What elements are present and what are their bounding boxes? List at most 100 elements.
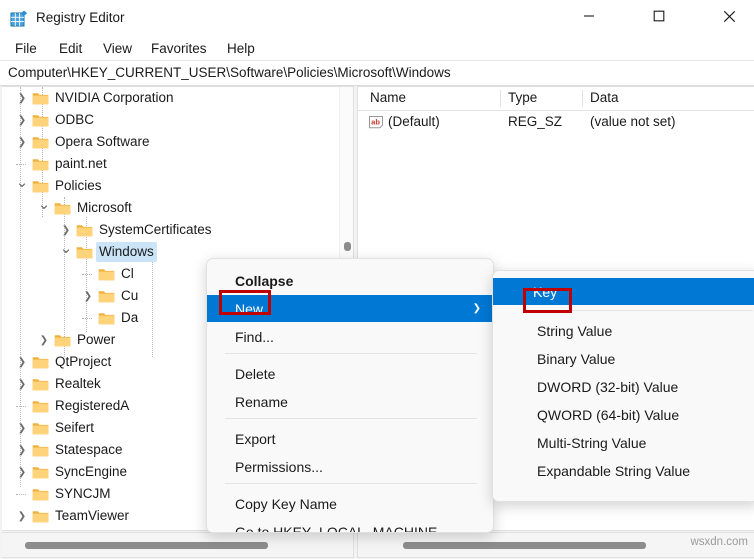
folder-icon xyxy=(98,289,115,303)
context-menu-item-find[interactable]: Find... xyxy=(211,323,491,350)
tree-leaf-connector xyxy=(16,406,26,407)
context-menu-label: Copy Key Name xyxy=(211,496,337,512)
tree-horizontal-scroll-thumb[interactable] xyxy=(25,542,268,549)
folder-icon xyxy=(98,267,115,281)
context-menu-item-go-to-hklm[interactable]: Go to HKEY_LOCAL_MACHINE xyxy=(211,518,491,533)
column-header-type[interactable]: Type xyxy=(508,90,537,105)
address-bar[interactable]: Computer\HKEY_CURRENT_USER\Software\Poli… xyxy=(0,60,754,86)
tree-item-systemcertificates[interactable]: ❯SystemCertificates xyxy=(2,219,354,241)
tree-item-label: paint.net xyxy=(52,154,110,174)
context-menu-separator xyxy=(225,483,477,484)
table-row[interactable]: ab (Default) REG_SZ (value not set) xyxy=(358,112,754,134)
tree-leaf-connector xyxy=(82,274,92,275)
folder-icon xyxy=(32,399,49,413)
submenu-item-string-value[interactable]: String Value xyxy=(497,317,754,344)
tree-item-label: Cl xyxy=(118,264,137,284)
context-menu-label: Rename xyxy=(211,394,288,410)
context-menu-label: Find... xyxy=(211,329,274,345)
window-title: Registry Editor xyxy=(36,10,125,25)
folder-icon xyxy=(32,465,49,479)
tree-item-label: Windows xyxy=(96,242,157,262)
tree-item-paint-net[interactable]: paint.net xyxy=(2,153,354,175)
tree-item-nvidia-corporation[interactable]: ❯ NVIDIA Corporation xyxy=(2,87,354,109)
tree-item-label: Policies xyxy=(52,176,105,196)
registry-path-text: Computer\HKEY_CURRENT_USER\Software\Poli… xyxy=(8,65,451,80)
context-menu-item-delete[interactable]: Delete xyxy=(211,360,491,387)
chevron-right-icon[interactable]: ❯ xyxy=(14,505,30,527)
chevron-right-icon[interactable]: ❯ xyxy=(36,329,52,351)
chevron-right-icon[interactable]: ❯ xyxy=(14,439,30,461)
tree-item-label: ODBC xyxy=(52,110,97,130)
folder-icon xyxy=(98,311,115,325)
tree-item-opera-software[interactable]: ❯Opera Software xyxy=(2,131,354,153)
tree-item-label: Da xyxy=(118,308,141,328)
context-menu-label: Permissions... xyxy=(211,459,323,475)
context-menu-separator xyxy=(225,418,477,419)
folder-icon xyxy=(32,509,49,523)
chevron-right-icon[interactable]: ❯ xyxy=(14,109,30,131)
column-divider-1[interactable] xyxy=(500,90,501,107)
tree-vertical-scroll-thumb[interactable] xyxy=(344,242,351,251)
tree-item-label: Statespace xyxy=(52,440,126,460)
close-icon[interactable] xyxy=(706,0,752,32)
string-value-icon: ab xyxy=(368,115,384,130)
chevron-right-icon[interactable]: ❯ xyxy=(14,417,30,439)
tree-item-label: Realtek xyxy=(52,374,104,394)
tree-item-label: Seifert xyxy=(52,418,97,438)
context-menu-item-rename[interactable]: Rename xyxy=(211,388,491,415)
chevron-right-icon[interactable]: ❯ xyxy=(14,87,30,109)
submenu-item-dword-value[interactable]: DWORD (32-bit) Value xyxy=(497,373,754,400)
chevron-right-icon[interactable]: ❯ xyxy=(14,373,30,395)
registry-editor-window: Registry Editor File Edit View Favorites… xyxy=(0,0,754,559)
maximize-icon[interactable] xyxy=(636,0,682,32)
context-menu-item-permissions[interactable]: Permissions... xyxy=(211,453,491,480)
tree-item-odbc[interactable]: ❯ ODBC xyxy=(2,109,354,131)
cell-value-data: (value not set) xyxy=(590,114,676,129)
context-menu-label: Delete xyxy=(211,366,275,382)
column-header-data[interactable]: Data xyxy=(590,90,619,105)
tree-horizontal-scrollbar[interactable] xyxy=(2,532,354,558)
submenu-label: QWORD (64-bit) Value xyxy=(497,407,679,423)
chevron-right-icon[interactable]: ❯ xyxy=(80,285,96,307)
submenu-item-expandable-string-value[interactable]: Expandable String Value xyxy=(497,457,754,484)
folder-icon xyxy=(32,113,49,127)
menu-file[interactable]: File xyxy=(10,40,42,57)
folder-icon xyxy=(32,487,49,501)
folder-icon xyxy=(76,245,93,259)
minimize-icon[interactable] xyxy=(566,0,612,32)
folder-icon xyxy=(32,157,49,171)
folder-icon xyxy=(32,377,49,391)
tree-item-microsoft[interactable]: ⌄Microsoft xyxy=(2,197,354,219)
tree-item-label: NVIDIA Corporation xyxy=(52,88,177,108)
annotation-box-key xyxy=(523,288,572,313)
column-divider-2[interactable] xyxy=(582,90,583,107)
context-menu-label: Collapse xyxy=(211,273,293,289)
menu-favorites[interactable]: Favorites xyxy=(146,40,212,57)
tree-leaf-connector xyxy=(16,494,26,495)
submenu-label: DWORD (32-bit) Value xyxy=(497,379,678,395)
folder-icon xyxy=(32,443,49,457)
chevron-right-icon: ❯ xyxy=(473,303,481,314)
chevron-right-icon[interactable]: ❯ xyxy=(14,131,30,153)
folder-icon xyxy=(32,135,49,149)
menu-view[interactable]: View xyxy=(98,40,137,57)
submenu-item-binary-value[interactable]: Binary Value xyxy=(497,345,754,372)
column-header-name[interactable]: Name xyxy=(370,90,406,105)
tree-item-label: SyncEngine xyxy=(52,462,130,482)
tree-leaf-connector xyxy=(16,164,26,165)
menu-edit[interactable]: Edit xyxy=(54,40,87,57)
context-menu-item-copy-key-name[interactable]: Copy Key Name xyxy=(211,490,491,517)
tree-item-label: QtProject xyxy=(52,352,114,372)
chevron-right-icon[interactable]: ❯ xyxy=(14,351,30,373)
tree-item-label: Microsoft xyxy=(74,198,135,218)
cell-value-name: (Default) xyxy=(388,114,440,129)
chevron-right-icon[interactable]: ❯ xyxy=(14,461,30,483)
tree-item-policies[interactable]: ⌄Policies xyxy=(2,175,354,197)
submenu-item-qword-value[interactable]: QWORD (64-bit) Value xyxy=(497,401,754,428)
list-horizontal-scroll-thumb[interactable] xyxy=(403,542,646,549)
tree-item-label: SystemCertificates xyxy=(96,220,215,240)
submenu-item-multi-string-value[interactable]: Multi-String Value xyxy=(497,429,754,456)
menu-help[interactable]: Help xyxy=(222,40,260,57)
context-menu-item-export[interactable]: Export xyxy=(211,425,491,452)
tree-item-label: SYNCJM xyxy=(52,484,114,504)
